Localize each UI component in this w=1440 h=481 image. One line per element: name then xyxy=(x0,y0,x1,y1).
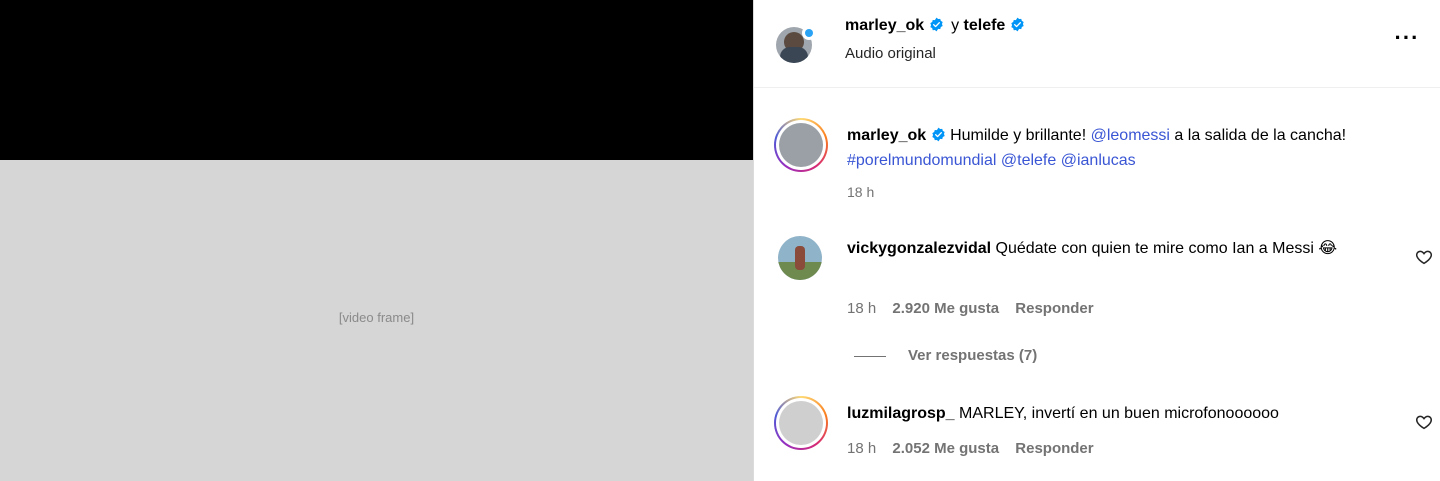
mention-leomessi[interactable]: @leomessi xyxy=(1091,127,1170,144)
comment-timestamp[interactable]: 18 h xyxy=(847,440,876,457)
verified-badge-icon xyxy=(1011,17,1024,32)
commenter-avatar[interactable] xyxy=(778,236,822,280)
post-header: marley_ok y telefe Audio original ··· xyxy=(754,0,1440,88)
author-joiner: y xyxy=(951,17,960,34)
comment-username[interactable]: vickygonzalezvidal xyxy=(847,240,991,257)
comment-likes[interactable]: 2.052 Me gusta xyxy=(892,440,999,457)
post-author-line: marley_ok y telefe xyxy=(845,17,1025,35)
comment-meta: 18 h 2.920 Me gusta Responder xyxy=(847,300,1106,317)
comment-meta: 18 h 2.052 Me gusta Responder xyxy=(847,440,1106,457)
caption-text-part2: a la salida de la cancha! xyxy=(1174,127,1347,144)
post-media[interactable]: [video frame] xyxy=(0,0,753,481)
view-replies-button[interactable]: Ver respuestas (7) xyxy=(854,347,1037,364)
audio-label[interactable]: Audio original xyxy=(845,45,936,62)
reply-button[interactable]: Responder xyxy=(1015,440,1093,457)
more-options-icon[interactable]: ··· xyxy=(1392,26,1422,50)
mention-telefe[interactable]: @telefe xyxy=(1001,152,1056,169)
post-side-panel: marley_ok y telefe Audio original ··· ma… xyxy=(754,0,1440,481)
heart-outline-icon[interactable] xyxy=(1415,413,1433,431)
post-caption: marley_ok Humilde y brillante! @leomessi… xyxy=(847,123,1407,173)
caption-text-part1: Humilde y brillante! xyxy=(950,127,1087,144)
comment-text: MARLEY, invertí en un buen microfonooooo… xyxy=(959,405,1279,422)
hashtag-porelmundomundial[interactable]: #porelmundomundial xyxy=(847,152,996,169)
heart-outline-icon[interactable] xyxy=(1415,248,1433,266)
verified-badge-icon xyxy=(929,17,943,32)
comment-timestamp[interactable]: 18 h xyxy=(847,300,876,317)
author-username[interactable]: marley_ok xyxy=(845,17,924,34)
comment-text: Quédate con quien te mire como Ian a Mes… xyxy=(995,240,1314,257)
commenter-avatar-ring[interactable] xyxy=(774,396,828,450)
laughing-emoji-icon: 😂 xyxy=(1318,240,1338,257)
video-frame[interactable]: [video frame] xyxy=(0,160,753,481)
video-frame-placeholder: [video frame] xyxy=(338,310,415,325)
comment-likes[interactable]: 2.920 Me gusta xyxy=(892,300,999,317)
comment-body: luzmilagrosp_ MARLEY, invertí en un buen… xyxy=(847,401,1407,427)
collaborator-username[interactable]: telefe xyxy=(964,17,1006,34)
caption-timestamp[interactable]: 18 h xyxy=(847,184,874,200)
comment-username[interactable]: luzmilagrosp_ xyxy=(847,405,955,422)
caption-avatar-ring[interactable] xyxy=(774,118,828,172)
reply-button[interactable]: Responder xyxy=(1015,300,1093,317)
caption-username[interactable]: marley_ok xyxy=(847,127,926,144)
view-replies-label[interactable]: Ver respuestas (7) xyxy=(908,347,1037,364)
story-ring-small xyxy=(802,26,816,40)
video-letterbox xyxy=(0,0,753,160)
comment-body: vickygonzalezvidal Quédate con quien te … xyxy=(847,236,1367,262)
mention-ianlucas[interactable]: @ianlucas xyxy=(1061,152,1136,169)
verified-badge-icon xyxy=(931,127,945,142)
replies-divider xyxy=(854,355,886,357)
